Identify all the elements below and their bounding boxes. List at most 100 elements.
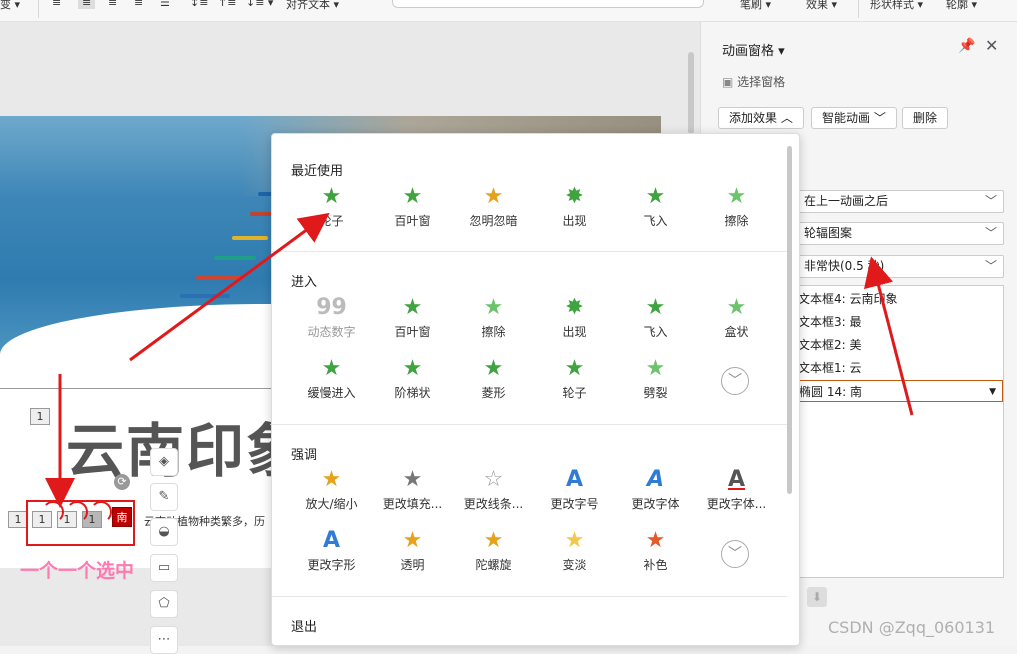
shape-icon[interactable]: ⬠	[150, 590, 178, 618]
effect-item[interactable]: ★ 阶梯状	[372, 355, 453, 411]
outline-button[interactable]: 轮廓 ▾	[946, 0, 977, 12]
menu-scrollbar[interactable]	[787, 146, 792, 494]
more-icon[interactable]: ⋯	[150, 626, 178, 654]
effect-item[interactable]: ★ 轮子	[534, 355, 615, 411]
rotate-handle-icon[interactable]: ⟳	[114, 474, 130, 490]
pane-title[interactable]: 动画窗格 ▾	[722, 40, 785, 59]
start-dropdown[interactable]: 在上一动画之后 ﹀	[797, 190, 1004, 213]
effect-item[interactable]: A 更改字形	[291, 527, 372, 583]
effect-item[interactable]: A 更改字体...	[696, 466, 777, 522]
speed-value: 非常快(0.5 秒)	[804, 259, 885, 273]
effect-item[interactable]: A 更改字体	[615, 466, 696, 522]
star-icon: ★	[483, 295, 504, 320]
toolbar-search-box[interactable]	[392, 0, 704, 8]
frame-icon[interactable]: ▭	[150, 554, 178, 582]
animation-list-item-selected[interactable]: 椭圆 14: 南 ▼	[798, 380, 1003, 402]
animation-list-item[interactable]: 文本框1: 云	[798, 357, 1003, 379]
boat	[196, 276, 244, 280]
effect-item[interactable]: ★ 轮子	[291, 183, 372, 239]
effect-item[interactable]: ★ 盒状	[696, 294, 777, 350]
animation-list-item[interactable]: 文本框4: 云南印象	[798, 288, 1003, 310]
star-icon: ✸	[565, 295, 584, 320]
star-icon: ★	[483, 184, 504, 209]
fill-icon[interactable]: ◒	[150, 518, 178, 546]
section-exit-title: 退出	[291, 620, 318, 635]
effect-item[interactable]: ★ 缓慢进入	[291, 355, 372, 411]
font-icon: A	[727, 467, 746, 492]
align-center-icon[interactable]: ≡	[78, 0, 96, 9]
effect-item[interactable]: ★ 百叶窗	[372, 294, 453, 350]
effect-item[interactable]: ★ 更改填充...	[372, 466, 453, 522]
star-icon: ★	[726, 184, 747, 209]
effect-item[interactable]: ✸ 出现	[534, 294, 615, 350]
effect-label: 动态数字	[307, 325, 356, 339]
pen-button[interactable]: 笔刷 ▾	[740, 0, 771, 12]
layers-icon[interactable]: ◈	[150, 448, 178, 476]
animation-list-item-label: 椭圆 14: 南	[799, 385, 862, 399]
shape-style-button[interactable]: 形状样式 ▾	[870, 0, 923, 12]
star-icon: ★	[645, 184, 666, 209]
align-text-button[interactable]: 对齐文本 ▾	[286, 0, 339, 12]
indent-icon[interactable]: ↓≡ ▾	[246, 0, 273, 9]
close-icon[interactable]: ✕	[985, 36, 998, 55]
chevron-down-icon: ﹀	[984, 259, 997, 273]
smart-animation-button[interactable]: 智能动画 ﹀	[811, 107, 897, 129]
effect-item[interactable]: ★ 劈裂	[615, 355, 696, 411]
toolbar-divider	[38, 0, 39, 18]
speed-dropdown[interactable]: 非常快(0.5 秒) ﹀	[797, 255, 1004, 278]
select-pane-link[interactable]: ▣ 选择窗格	[722, 73, 785, 90]
direction-dropdown[interactable]: 轮辐图案 ﹀	[797, 222, 1004, 245]
effect-item[interactable]: ★ 透明	[372, 527, 453, 583]
add-effect-label: 添加效果	[729, 111, 778, 125]
star-icon: ★	[645, 528, 666, 553]
star-icon: ★	[402, 528, 423, 553]
effect-item[interactable]: ★ 变淡	[534, 527, 615, 583]
brush-icon[interactable]: ✎	[150, 483, 178, 511]
align-left-icon[interactable]: ≡	[52, 0, 61, 9]
distribute-icon[interactable]: ☰	[160, 0, 170, 9]
chevron-down-icon: ﹀	[984, 194, 997, 208]
select-pane-icon: ▣	[722, 75, 734, 89]
expand-more-icon[interactable]: ﹀	[721, 540, 749, 568]
animation-list-item[interactable]: 文本框2: 美	[798, 334, 1003, 356]
menu-divider	[272, 251, 787, 252]
slide-title[interactable]: 云南印象	[66, 404, 306, 488]
justify-icon[interactable]: ≡	[134, 0, 143, 9]
effect-item[interactable]: ★ 百叶窗	[372, 183, 453, 239]
caret-down-icon: ▼	[989, 387, 996, 397]
annotation-text: 一个一个选中	[20, 560, 135, 582]
effect-item[interactable]: ★ 飞入	[615, 183, 696, 239]
effect-label: 盒状	[724, 325, 749, 339]
animation-order-tag[interactable]: 1	[8, 511, 28, 528]
animation-order-tag[interactable]: 1	[30, 408, 50, 425]
animation-list-item[interactable]: 文本框3: 最	[798, 311, 1003, 333]
watermark: CSDN @Zqq_060131	[828, 618, 996, 637]
effect-button[interactable]: 效果 ▾	[806, 0, 837, 12]
effect-item[interactable]: ★ 飞入	[615, 294, 696, 350]
effect-item[interactable]: ★ 陀螺旋	[453, 527, 534, 583]
add-effect-button[interactable]: 添加效果 ︿	[718, 107, 804, 129]
pane-title-label: 动画窗格	[722, 44, 775, 59]
effect-item[interactable]: ★ 菱形	[453, 355, 534, 411]
effect-item[interactable]: 99 动态数字	[291, 294, 372, 350]
effect-item[interactable]: A 更改字号	[534, 466, 615, 522]
pin-icon[interactable]: 📌	[958, 38, 975, 54]
paragraph-spacing-icon[interactable]: ↑≡	[218, 0, 236, 9]
effect-item[interactable]: ★ 擦除	[696, 183, 777, 239]
boat	[232, 236, 268, 240]
effect-item[interactable]: ★ 补色	[615, 527, 696, 583]
delete-button[interactable]: 删除	[902, 107, 949, 129]
move-down-icon[interactable]: ⬇	[807, 587, 827, 607]
effect-item[interactable]: ☆ 更改线条...	[453, 466, 534, 522]
expand-more-icon[interactable]: ﹀	[721, 367, 749, 395]
star-icon: ★	[564, 356, 585, 381]
canvas-scrollbar[interactable]	[688, 52, 694, 134]
effect-item[interactable]: ★ 放大/缩小	[291, 466, 372, 522]
effect-item[interactable]: ★ 忽明忽暗	[453, 183, 534, 239]
line-spacing-fragment[interactable]: 变 ▾	[0, 0, 20, 12]
direction-value: 轮辐图案	[804, 226, 853, 240]
align-right-icon[interactable]: ≡	[108, 0, 117, 9]
effect-item[interactable]: ★ 擦除	[453, 294, 534, 350]
effect-item[interactable]: ✸ 出现	[534, 183, 615, 239]
line-spacing-icon[interactable]: ↕≡	[190, 0, 208, 9]
